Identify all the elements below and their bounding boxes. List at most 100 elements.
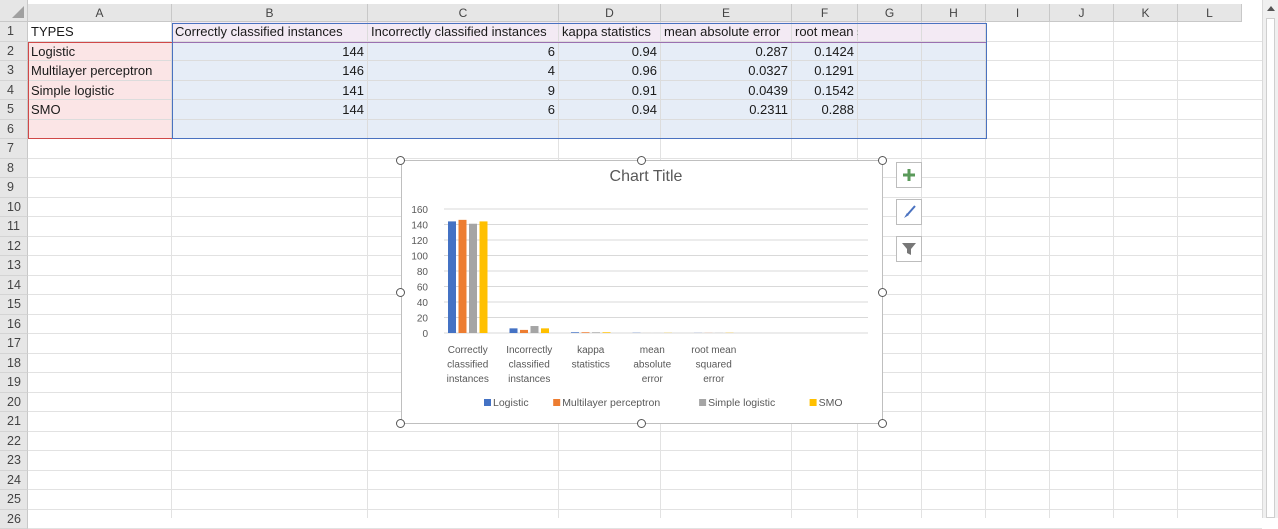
type-name-cell[interactable]: Multilayer perceptron <box>28 61 172 81</box>
value-cell[interactable]: 141 <box>172 81 368 101</box>
header-cell[interactable]: root mean squared error <box>792 22 858 42</box>
chart-object[interactable]: Chart Title020406080100120140160Correctl… <box>401 160 883 424</box>
value-cell[interactable]: 0.94 <box>559 42 661 62</box>
row-header-3[interactable]: 3 <box>0 61 28 81</box>
header-cell[interactable]: kappa statistics <box>559 22 661 42</box>
header-cell[interactable]: Incorrectly classified instances <box>368 22 559 42</box>
scrollbar-thumb[interactable] <box>1266 18 1275 518</box>
empty-cell[interactable] <box>858 100 922 120</box>
resize-handle-right[interactable] <box>878 288 887 297</box>
empty-cell[interactable] <box>858 61 922 81</box>
row-header-25[interactable]: 25 <box>0 490 28 510</box>
header-cell[interactable]: TYPES <box>28 22 172 42</box>
empty-cell[interactable] <box>922 100 986 120</box>
row-header-8[interactable]: 8 <box>0 159 28 179</box>
empty-cell[interactable] <box>858 120 922 140</box>
empty-cell[interactable] <box>559 120 661 140</box>
scroll-up-arrow-icon[interactable] <box>1264 2 1278 16</box>
row-header-14[interactable]: 14 <box>0 276 28 296</box>
row-header-5[interactable]: 5 <box>0 100 28 120</box>
column-header-k[interactable]: K <box>1114 4 1178 22</box>
row-header-24[interactable]: 24 <box>0 471 28 491</box>
resize-handle-bottom[interactable] <box>637 419 646 428</box>
value-cell[interactable]: 144 <box>172 100 368 120</box>
row-header-13[interactable]: 13 <box>0 256 28 276</box>
row-header-26[interactable]: 26 <box>0 510 28 529</box>
chart-styles-button[interactable] <box>896 199 922 225</box>
row-header-16[interactable]: 16 <box>0 315 28 335</box>
empty-cell[interactable] <box>858 22 922 42</box>
value-cell[interactable]: 6 <box>368 42 559 62</box>
value-cell[interactable]: 4 <box>368 61 559 81</box>
select-all-corner[interactable] <box>0 0 28 22</box>
empty-cell[interactable] <box>792 120 858 140</box>
row-header-4[interactable]: 4 <box>0 81 28 101</box>
row-header-18[interactable]: 18 <box>0 354 28 374</box>
column-header-g[interactable]: G <box>858 4 922 22</box>
column-header-c[interactable]: C <box>368 4 559 22</box>
empty-cell[interactable] <box>922 22 986 42</box>
row-header-1[interactable]: 1 <box>0 22 28 42</box>
type-name-cell[interactable]: Logistic <box>28 42 172 62</box>
value-cell[interactable]: 0.2311 <box>661 100 792 120</box>
column-header-l[interactable]: L <box>1178 4 1242 22</box>
row-header-2[interactable]: 2 <box>0 42 28 62</box>
value-cell[interactable]: 0.1542 <box>792 81 858 101</box>
column-header-j[interactable]: J <box>1050 4 1114 22</box>
empty-cell[interactable] <box>368 120 559 140</box>
value-cell[interactable]: 146 <box>172 61 368 81</box>
row-header-21[interactable]: 21 <box>0 412 28 432</box>
row-header-15[interactable]: 15 <box>0 295 28 315</box>
value-cell[interactable]: 0.287 <box>661 42 792 62</box>
value-cell[interactable]: 0.0439 <box>661 81 792 101</box>
header-cell[interactable]: mean absolute error <box>661 22 792 42</box>
header-cell[interactable]: Correctly classified instances <box>172 22 368 42</box>
chart-elements-button[interactable] <box>896 162 922 188</box>
column-header-b[interactable]: B <box>172 4 368 22</box>
value-cell[interactable]: 0.94 <box>559 100 661 120</box>
value-cell[interactable]: 0.1424 <box>792 42 858 62</box>
row-header-9[interactable]: 9 <box>0 178 28 198</box>
row-header-11[interactable]: 11 <box>0 217 28 237</box>
chart-filters-button[interactable] <box>896 236 922 262</box>
type-name-cell[interactable]: Simple logistic <box>28 81 172 101</box>
resize-handle-top-left[interactable] <box>396 156 405 165</box>
value-cell[interactable]: 9 <box>368 81 559 101</box>
row-header-20[interactable]: 20 <box>0 393 28 413</box>
empty-cell[interactable] <box>28 120 172 140</box>
column-header-e[interactable]: E <box>661 4 792 22</box>
vertical-scrollbar[interactable] <box>1262 0 1278 518</box>
spreadsheet-grid[interactable]: ABCDEFGHIJKL 123456789101112131415161718… <box>0 0 1278 518</box>
row-header-23[interactable]: 23 <box>0 451 28 471</box>
type-name-cell[interactable]: SMO <box>28 100 172 120</box>
value-cell[interactable]: 0.96 <box>559 61 661 81</box>
row-header-19[interactable]: 19 <box>0 373 28 393</box>
column-header-h[interactable]: H <box>922 4 986 22</box>
column-header-f[interactable]: F <box>792 4 858 22</box>
value-cell[interactable]: 144 <box>172 42 368 62</box>
empty-cell[interactable] <box>172 120 368 140</box>
row-header-10[interactable]: 10 <box>0 198 28 218</box>
column-header-d[interactable]: D <box>559 4 661 22</box>
value-cell[interactable]: 0.91 <box>559 81 661 101</box>
empty-cell[interactable] <box>922 61 986 81</box>
empty-cell[interactable] <box>922 120 986 140</box>
resize-handle-bottom-left[interactable] <box>396 419 405 428</box>
empty-cell[interactable] <box>661 120 792 140</box>
value-cell[interactable]: 0.1291 <box>792 61 858 81</box>
empty-cell[interactable] <box>858 42 922 62</box>
resize-handle-top-right[interactable] <box>878 156 887 165</box>
value-cell[interactable]: 6 <box>368 100 559 120</box>
row-header-22[interactable]: 22 <box>0 432 28 452</box>
column-header-i[interactable]: I <box>986 4 1050 22</box>
empty-cell[interactable] <box>922 81 986 101</box>
row-header-17[interactable]: 17 <box>0 334 28 354</box>
row-header-6[interactable]: 6 <box>0 120 28 140</box>
value-cell[interactable]: 0.288 <box>792 100 858 120</box>
empty-cell[interactable] <box>922 42 986 62</box>
row-header-12[interactable]: 12 <box>0 237 28 257</box>
row-header-7[interactable]: 7 <box>0 139 28 159</box>
column-header-a[interactable]: A <box>28 4 172 22</box>
resize-handle-left[interactable] <box>396 288 405 297</box>
resize-handle-top[interactable] <box>637 156 646 165</box>
